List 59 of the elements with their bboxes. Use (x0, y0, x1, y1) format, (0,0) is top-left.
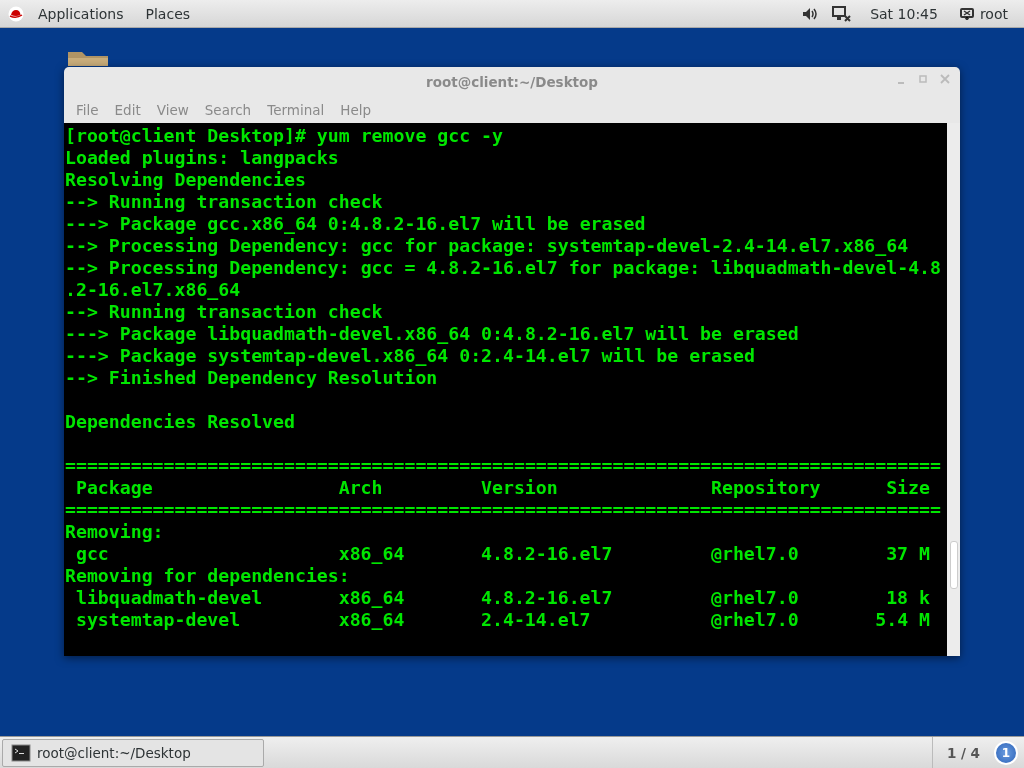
user-name[interactable]: root (979, 5, 1008, 22)
terminal-table-cell: Repository (711, 477, 821, 498)
window-title: root@client:~/Desktop (425, 74, 598, 90)
workspace-indicator[interactable]: 1 / 4 (931, 736, 994, 768)
volume-icon[interactable] (802, 6, 819, 21)
terminal-line: Dependencies Resolved (65, 411, 295, 432)
menu-item[interactable]: Edit (106, 102, 149, 118)
scrollbar[interactable] (947, 123, 960, 656)
terminal-table-cell: @rhel7.0 (711, 587, 799, 608)
terminal-line: ---> Package systemtap-devel.x86_64 0:2.4-14.el7 will be erased (65, 345, 755, 366)
terminal-line: --> Processing Dependency: gcc for package: systemtap-devel-2.4-14.el7.x86_64 (65, 235, 909, 256)
menu-item[interactable]: File (68, 102, 107, 118)
terminal-line: Resolving Dependencies (65, 169, 306, 190)
terminal-line: --> Finished Dependency Resolution (65, 367, 438, 388)
terminal-icon (11, 743, 31, 762)
terminal-line: --> Running transaction check (65, 191, 383, 212)
folder-icon[interactable] (66, 50, 110, 66)
terminal-table-cell: @rhel7.0 (711, 543, 799, 564)
terminal-line: [root@client Desktop]# yum remove gcc -y (65, 125, 503, 146)
terminal-line: Loaded plugins: langpacks (65, 147, 339, 168)
terminal-table-cell: 2.4-14.el7 (481, 609, 591, 630)
terminal-table-cell: x86_64 (338, 587, 405, 608)
clock[interactable]: Sat 10:45 (862, 5, 946, 22)
menu-item[interactable]: Search (196, 102, 260, 118)
notification-badge[interactable]: 1 (994, 740, 1018, 765)
terminal-line: ---> Package gcc.x86_64 0:4.8.2-16.el7 will be erased (65, 213, 646, 234)
terminal-table-cell: Size (886, 477, 930, 498)
terminal-table-cell: x86_64 (338, 609, 405, 630)
terminal-table-cell: libquadmath-devel (75, 587, 263, 608)
scrollbar-thumb[interactable] (950, 541, 958, 589)
hat-logo-icon (8, 5, 24, 22)
top-bar-menu[interactable]: Places (137, 5, 199, 22)
terminal-table-cell: 4.8.2-16.el7 (481, 543, 613, 564)
terminal-table-cell: 4.8.2-16.el7 (481, 587, 613, 608)
terminal-table-cell: 5.4 M (875, 609, 930, 630)
terminal-line: ================================================================================ (65, 455, 941, 476)
terminal-line: ---> Package libquadmath-devel.x86_64 0:4.8.2-16.el7 will be erased (65, 323, 799, 344)
taskbar-window-button[interactable]: root@client:~/Desktop (2, 738, 264, 767)
terminal-table-cell: Version (481, 477, 558, 498)
user-menu-icon[interactable] (959, 7, 974, 20)
network-offline-icon[interactable] (832, 5, 853, 22)
top-bar-menu[interactable]: Applications (30, 5, 132, 22)
terminal-line: .2-16.el7.x86_64 (65, 279, 241, 300)
terminal-table-cell: 37 M (886, 543, 930, 564)
terminal-table-cell: gcc (75, 543, 109, 564)
terminal-line: --> Running transaction check (65, 301, 383, 322)
terminal-table-cell: x86_64 (338, 543, 405, 564)
menu-item[interactable]: Terminal (259, 102, 333, 118)
terminal-line: --> Processing Dependency: gcc = 4.8.2-16.el7 for package: libquadmath-devel-4.8 (65, 257, 941, 278)
terminal-table-cell: systemtap-devel (75, 609, 241, 630)
menu-item[interactable]: Help (332, 102, 380, 118)
terminal-line: Removing: (65, 521, 164, 542)
terminal-table-cell: @rhel7.0 (711, 609, 799, 630)
terminal-line: ================================================================================ (65, 499, 941, 520)
terminal-line: Removing for dependencies: (65, 565, 350, 586)
menu-item[interactable]: View (148, 102, 197, 118)
terminal-table-cell: Arch (338, 477, 383, 498)
terminal-table-cell: Package (75, 477, 153, 498)
terminal-table-cell: 18 k (886, 587, 930, 608)
